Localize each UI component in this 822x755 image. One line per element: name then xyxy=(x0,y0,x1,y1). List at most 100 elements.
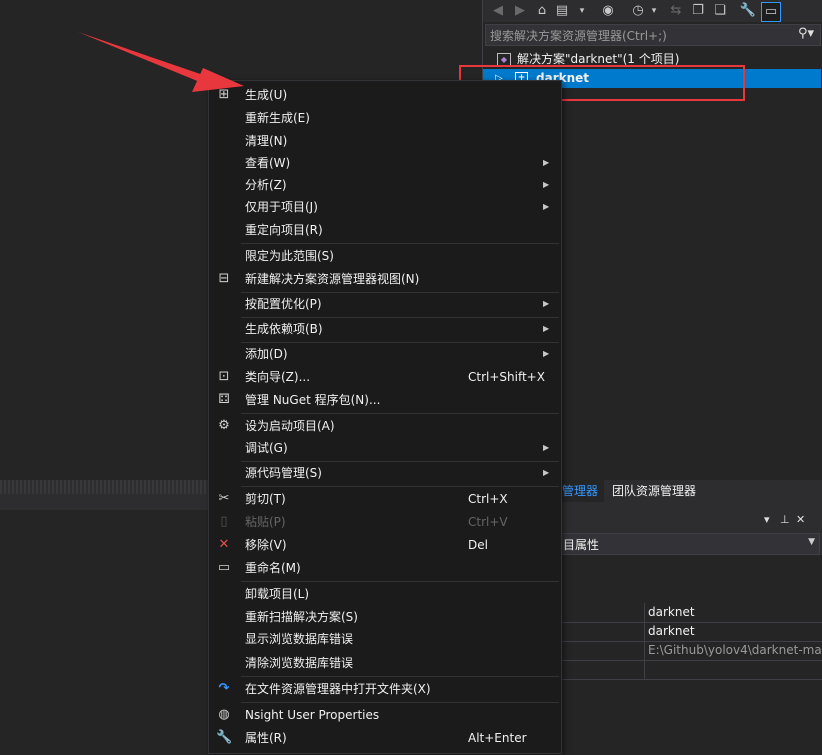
menu-item-cut[interactable]: ✂ 剪切(T) Ctrl+X xyxy=(209,488,561,510)
menu-item-source-control[interactable]: 源代码管理(S) ▶ xyxy=(209,462,561,484)
submenu-arrow-icon: ▶ xyxy=(543,202,550,211)
menu-item-label: 生成依赖项(B) xyxy=(245,322,323,336)
paste-icon: ▯ xyxy=(220,514,228,529)
menu-item-project-only[interactable]: 仅用于项目(J) ▶ xyxy=(209,196,561,218)
submenu-arrow-icon: ▶ xyxy=(543,468,550,477)
menu-item-label: 按配置优化(P) xyxy=(245,297,322,311)
property-divider xyxy=(644,641,645,660)
menu-item-rename[interactable]: ▭ 重命名(M) xyxy=(209,557,561,579)
menu-item-retarget[interactable]: 重定向项目(R) xyxy=(209,219,561,241)
property-row[interactable] xyxy=(560,660,822,680)
menu-item-label: 清理(N) xyxy=(245,134,288,148)
menu-item-clear-db-errors[interactable]: 清除浏览数据库错误 xyxy=(209,652,561,674)
menu-item-show-db-errors[interactable]: 显示浏览数据库错误 xyxy=(209,628,561,650)
search-input[interactable]: 搜索解决方案资源管理器(Ctrl+;) ⚲▾ xyxy=(485,24,821,46)
submenu-arrow-icon: ▶ xyxy=(543,299,550,308)
back-icon[interactable]: ◀ xyxy=(489,2,507,20)
menu-item-paste: ▯ 粘贴(P) Ctrl+V xyxy=(209,511,561,533)
menu-item-shortcut: Alt+Enter xyxy=(468,731,527,745)
menu-item-remove[interactable]: ✕ 移除(V) Del xyxy=(209,534,561,556)
menu-item-label: 分析(Z) xyxy=(245,178,287,192)
collapse-all-icon[interactable]: ❐ xyxy=(689,2,707,20)
menu-item-scope-to-this[interactable]: 限定为此范围(S) xyxy=(209,245,561,267)
menu-item-manage-nuget[interactable]: ⚃ 管理 NuGet 程序包(N)... xyxy=(209,389,561,411)
menu-item-build[interactable]: ⊞ 生成(U) xyxy=(209,84,561,106)
submenu-arrow-icon: ▶ xyxy=(543,349,550,358)
close-icon: ✕ xyxy=(218,537,230,552)
menu-item-label: 调试(G) xyxy=(245,441,288,455)
menu-separator xyxy=(241,243,559,244)
close-icon[interactable]: ✕ xyxy=(796,513,805,526)
menu-separator xyxy=(241,413,559,414)
forward-icon[interactable]: ▶ xyxy=(511,2,529,20)
build-icon: ⊞ xyxy=(218,87,230,102)
switch-views-icon[interactable]: ▤ xyxy=(553,2,571,20)
menu-item-label: 生成(U) xyxy=(245,88,288,102)
menu-item-unload-project[interactable]: 卸载项目(L) xyxy=(209,583,561,605)
menu-item-analyze[interactable]: 分析(Z) ▶ xyxy=(209,174,561,196)
menu-separator xyxy=(241,581,559,582)
menu-item-set-startup[interactable]: ⚙ 设为启动项目(A) xyxy=(209,415,561,437)
menu-item-properties[interactable]: 🔧 属性(R) Alt+Enter xyxy=(209,727,561,749)
tab-team-explorer[interactable]: 团队资源管理器 xyxy=(606,480,702,502)
properties-selector-label: 目属性 xyxy=(563,538,600,552)
properties-object-selector[interactable]: 目属性 ▼ xyxy=(560,533,820,555)
search-icon[interactable]: ⚲▾ xyxy=(798,26,814,41)
menu-item-new-view[interactable]: ⊟ 新建解决方案资源管理器视图(N) xyxy=(209,268,561,290)
property-row[interactable]: E:\Github\yolov4\darknet-ma xyxy=(560,641,822,661)
menu-item-pgo[interactable]: 按配置优化(P) ▶ xyxy=(209,293,561,315)
property-row[interactable]: darknet xyxy=(560,622,822,642)
menu-item-label: 清除浏览数据库错误 xyxy=(245,656,354,670)
show-all-files-icon[interactable]: ❏ xyxy=(711,2,729,20)
menu-item-label: 限定为此范围(S) xyxy=(245,249,334,263)
property-value: darknet xyxy=(648,605,695,619)
menu-item-shortcut: Del xyxy=(468,538,488,552)
property-divider xyxy=(644,622,645,641)
gear-icon: ⚙ xyxy=(218,418,230,433)
chevron-down-icon[interactable]: ▾ xyxy=(645,2,663,20)
submenu-arrow-icon: ▶ xyxy=(543,443,550,452)
property-value: darknet xyxy=(648,624,695,638)
menu-item-debug[interactable]: 调试(G) ▶ xyxy=(209,437,561,459)
menu-item-rebuild[interactable]: 重新生成(E) xyxy=(209,107,561,129)
menu-item-label: 重新生成(E) xyxy=(245,111,310,125)
sync-icon[interactable]: ◉ xyxy=(599,2,617,20)
property-value: E:\Github\yolov4\darknet-ma xyxy=(648,643,822,657)
property-divider xyxy=(644,603,645,622)
menu-item-nsight-properties[interactable]: ◍ Nsight User Properties xyxy=(209,704,561,726)
menu-item-clean[interactable]: 清理(N) xyxy=(209,130,561,152)
menu-item-add[interactable]: 添加(D) ▶ xyxy=(209,343,561,365)
menu-item-label: 在文件资源管理器中打开文件夹(X) xyxy=(245,682,431,696)
menu-item-label: 重新扫描解决方案(S) xyxy=(245,610,358,624)
tab-solution-explorer[interactable]: 管理器 xyxy=(560,480,605,502)
menu-item-label: 移除(V) xyxy=(245,538,287,552)
menu-item-label: 卸载项目(L) xyxy=(245,587,310,601)
menu-separator xyxy=(241,702,559,703)
preview-selected-icon[interactable]: ▭ xyxy=(761,2,781,22)
menu-item-label: 属性(R) xyxy=(245,731,287,745)
refresh-icon[interactable]: ⇆ xyxy=(667,2,685,20)
menu-item-class-wizard[interactable]: ⊡ 类向导(Z)... Ctrl+Shift+X xyxy=(209,366,561,388)
property-row[interactable]: darknet xyxy=(560,603,822,623)
menu-item-label: 添加(D) xyxy=(245,347,288,361)
menu-item-view[interactable]: 查看(W) ▶ xyxy=(209,152,561,174)
menu-item-label: 管理 NuGet 程序包(N)... xyxy=(245,393,381,407)
chevron-down-icon[interactable]: ▼ xyxy=(808,537,815,547)
menu-item-rescan-solution[interactable]: 重新扫描解决方案(S) xyxy=(209,606,561,628)
chevron-down-icon[interactable]: ▾ xyxy=(764,513,770,526)
chevron-down-icon[interactable]: ▾ xyxy=(573,2,591,20)
menu-item-label: 设为启动项目(A) xyxy=(245,419,335,433)
menu-item-open-in-explorer[interactable]: ↷ 在文件资源管理器中打开文件夹(X) xyxy=(209,678,561,700)
wrench-icon[interactable]: 🔧 xyxy=(739,2,757,20)
menu-separator xyxy=(241,486,559,487)
pin-icon[interactable]: ⊥ xyxy=(780,513,790,526)
submenu-arrow-icon: ▶ xyxy=(543,180,550,189)
globe-icon: ◍ xyxy=(218,707,230,722)
submenu-arrow-icon: ▶ xyxy=(543,158,550,167)
menu-item-label: 源代码管理(S) xyxy=(245,466,322,480)
menu-item-build-dependencies[interactable]: 生成依赖项(B) ▶ xyxy=(209,318,561,340)
menu-item-label: 显示浏览数据库错误 xyxy=(245,632,354,646)
home-icon[interactable]: ⌂ xyxy=(533,2,551,20)
menu-item-label: 重命名(M) xyxy=(245,561,301,575)
properties-header: ▾ ⊥ ✕ xyxy=(560,510,822,532)
